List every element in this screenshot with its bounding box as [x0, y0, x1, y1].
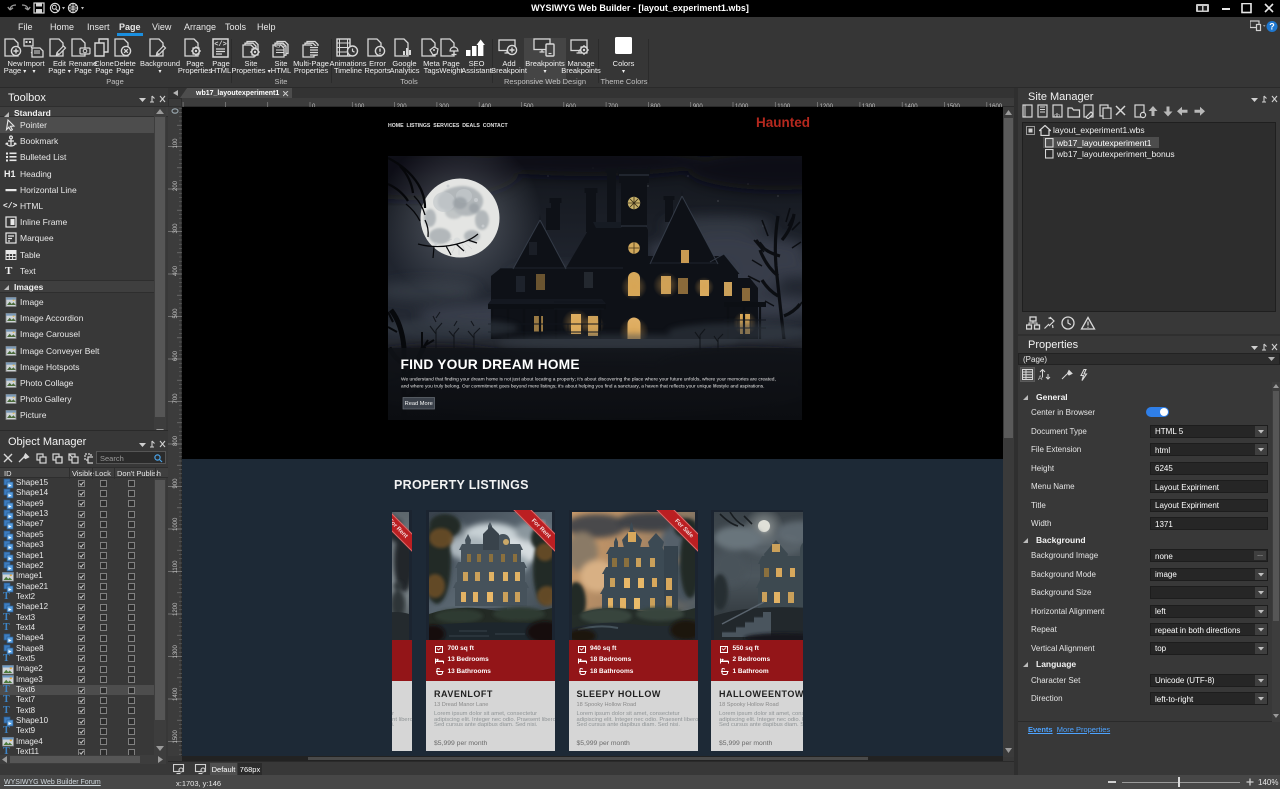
svg-text:800: 800 [173, 435, 179, 446]
svg-text:1100: 1100 [173, 560, 179, 574]
svg-text:300: 300 [173, 223, 179, 234]
svg-text:db: db [1054, 113, 1060, 119]
svg-text:400: 400 [173, 265, 179, 276]
svg-text:Read More: Read More [405, 401, 433, 407]
svg-text:</>: </> [214, 41, 227, 49]
svg-text:1400: 1400 [173, 687, 179, 701]
svg-text:700: 700 [173, 393, 179, 404]
svg-text:500: 500 [173, 308, 179, 319]
svg-text:1000: 1000 [173, 517, 179, 531]
svg-text:and where you truly belong. Ou: and where you truly belong. Our commitme… [401, 384, 765, 390]
svg-text:100: 100 [173, 138, 179, 149]
svg-text:?: ? [1269, 22, 1275, 32]
svg-text:FIND YOUR DREAM HOME: FIND YOUR DREAM HOME [401, 357, 580, 372]
svg-text:1200: 1200 [173, 602, 179, 616]
svg-text:1300: 1300 [173, 644, 179, 658]
svg-text:1500: 1500 [173, 729, 179, 743]
svg-text:We understand that finding you: We understand that finding your dream ho… [401, 377, 776, 383]
svg-text:900: 900 [173, 478, 179, 489]
svg-text:</>: </> [274, 43, 286, 50]
svg-text:A: A [1038, 375, 1043, 381]
svg-text:200: 200 [173, 180, 179, 191]
svg-text:600: 600 [173, 350, 179, 361]
